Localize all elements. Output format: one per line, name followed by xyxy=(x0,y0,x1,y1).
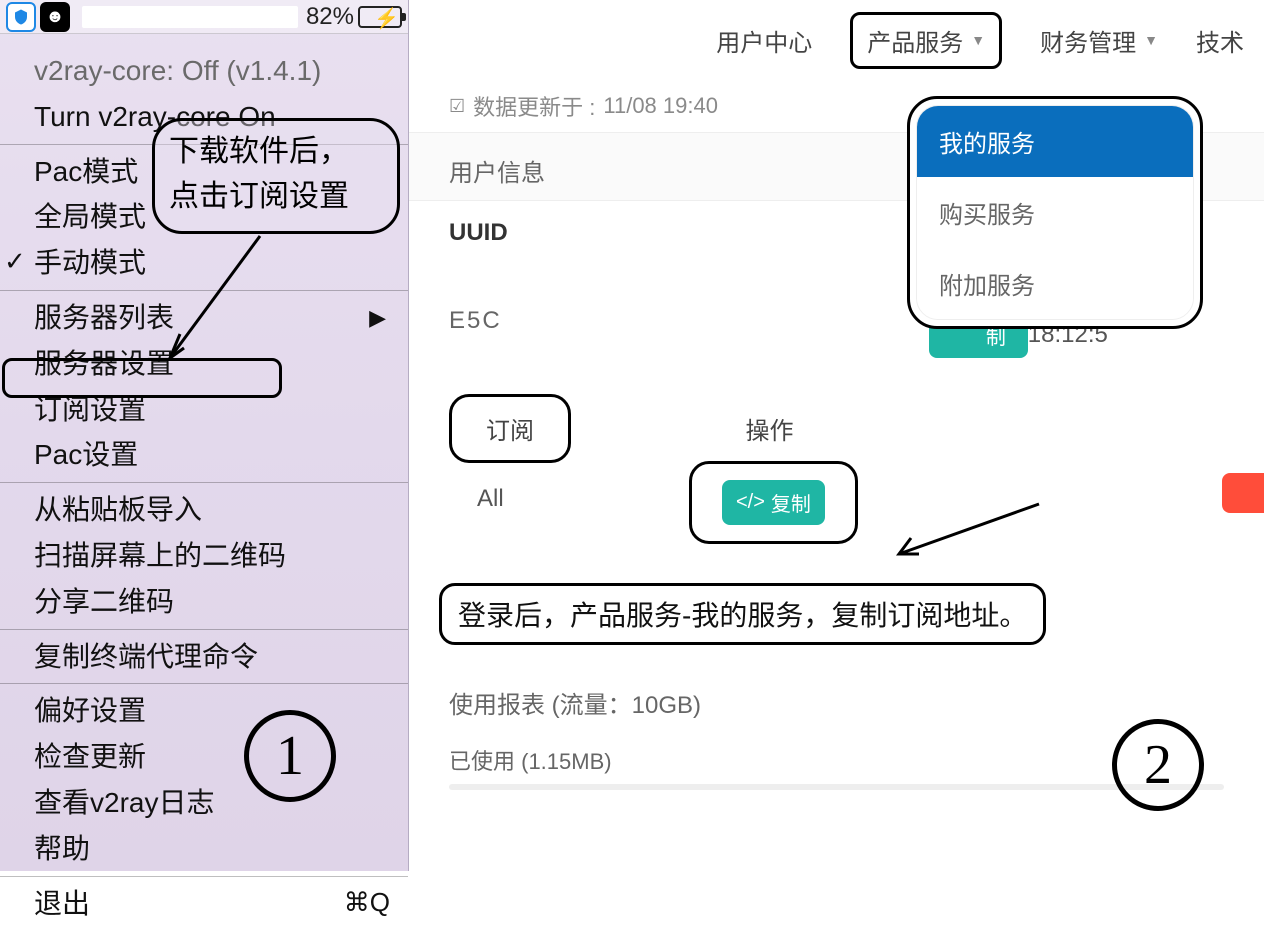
share-qr[interactable]: 分享二维码 xyxy=(0,579,408,625)
battery-percent: 82% xyxy=(306,3,354,31)
sub-all-value: All xyxy=(449,485,504,513)
products-dropdown: 我的服务 购买服务 附加服务 xyxy=(907,96,1203,329)
checkbox-icon: ☑ xyxy=(449,96,465,117)
mode-manual[interactable]: ✓ 手动模式 xyxy=(0,240,408,286)
usage-title: 使用报表 (流量：10GB) xyxy=(409,655,1264,728)
app-shield-icon xyxy=(6,2,36,32)
right-panel: 用户中心 产品服务 ▼ 财务管理 ▼ 技术 ☑ 数据更新于 : 11/08 19… xyxy=(409,0,1264,871)
mac-statusbar: ☻ 82% ⚡ xyxy=(0,0,408,34)
submenu-caret-icon: ▶ xyxy=(369,303,386,333)
quit-label: 退出 xyxy=(34,888,90,919)
nav-products[interactable]: 产品服务 ▼ xyxy=(850,12,1002,69)
quit[interactable]: 退出 ⌘Q xyxy=(0,881,408,927)
copy-subscription-button[interactable]: </> 复制 xyxy=(722,480,825,525)
usage-bar xyxy=(449,784,1224,790)
code-icon: </> xyxy=(736,491,765,514)
server-list-label: 服务器列表 xyxy=(34,302,174,333)
dd-buy-services[interactable]: 购买服务 xyxy=(917,177,1193,248)
check-update[interactable]: 检查更新 xyxy=(0,734,408,780)
subscription-body: All </> 复制 xyxy=(409,467,1264,553)
step-2-badge: 2 xyxy=(1112,719,1204,811)
face-icon: ☻ xyxy=(40,2,70,32)
check-icon: ✓ xyxy=(4,244,26,279)
mode-manual-label: 手动模式 xyxy=(34,247,146,278)
view-log[interactable]: 查看v2ray日志 xyxy=(0,780,408,826)
top-nav: 用户中心 产品服务 ▼ 财务管理 ▼ 技术 xyxy=(409,0,1264,80)
import-clipboard[interactable]: 从粘贴板导入 xyxy=(0,487,408,533)
quit-shortcut: ⌘Q xyxy=(344,885,390,920)
version-line: v2ray-core: Off (v1.4.1) xyxy=(0,48,408,94)
left-callout-line2: 点击订阅设置 xyxy=(169,174,383,219)
preferences[interactable]: 偏好设置 xyxy=(0,688,408,734)
help[interactable]: 帮助 xyxy=(0,826,408,872)
uuid-fragment: E5C xyxy=(449,307,929,335)
chevron-down-icon: ▼ xyxy=(1144,32,1158,48)
copy-sub-label: 复制 xyxy=(771,488,811,517)
left-panel: ☻ 82% ⚡ v2ray-core: Off (v1.4.1) Turn v2… xyxy=(0,0,409,871)
nav-finance[interactable]: 财务管理 ▼ xyxy=(1040,23,1158,58)
sub-label: 订阅 xyxy=(449,394,571,463)
chevron-down-icon: ▼ xyxy=(971,32,985,48)
copy-proxy-cmd[interactable]: 复制终端代理命令 xyxy=(0,634,408,680)
right-callout: 登录后，产品服务-我的服务，复制订阅地址。 xyxy=(439,583,1046,645)
update-prefix: 数据更新于 : xyxy=(473,90,595,122)
server-list[interactable]: 服务器列表 ▶ xyxy=(0,295,408,341)
scan-qr[interactable]: 扫描屏幕上的二维码 xyxy=(0,533,408,579)
sub-op-label: 操作 xyxy=(745,411,793,446)
nav-user-center[interactable]: 用户中心 xyxy=(716,23,812,58)
update-time: 11/08 19:40 xyxy=(603,93,718,119)
nav-finance-label: 财务管理 xyxy=(1040,23,1136,58)
battery-indicator: 82% ⚡ xyxy=(306,3,402,31)
copy-sub-box: </> 复制 xyxy=(689,461,858,544)
nav-tech[interactable]: 技术 xyxy=(1196,23,1244,58)
battery-icon: ⚡ xyxy=(358,6,402,28)
left-callout-line1: 下载软件后， xyxy=(169,129,383,174)
dd-addon-services[interactable]: 附加服务 xyxy=(917,248,1193,319)
statusbar-redacted xyxy=(82,6,298,28)
subscription-highlight-box xyxy=(2,358,282,398)
subscription-section: 订阅 操作 xyxy=(409,370,1264,467)
dd-my-services[interactable]: 我的服务 xyxy=(917,106,1193,177)
left-callout: 下载软件后， 点击订阅设置 xyxy=(152,118,400,234)
step-1-badge: 1 xyxy=(244,710,336,802)
nav-products-label: 产品服务 xyxy=(867,23,963,58)
pac-settings[interactable]: Pac设置 xyxy=(0,432,408,478)
red-action-button[interactable] xyxy=(1222,473,1264,513)
